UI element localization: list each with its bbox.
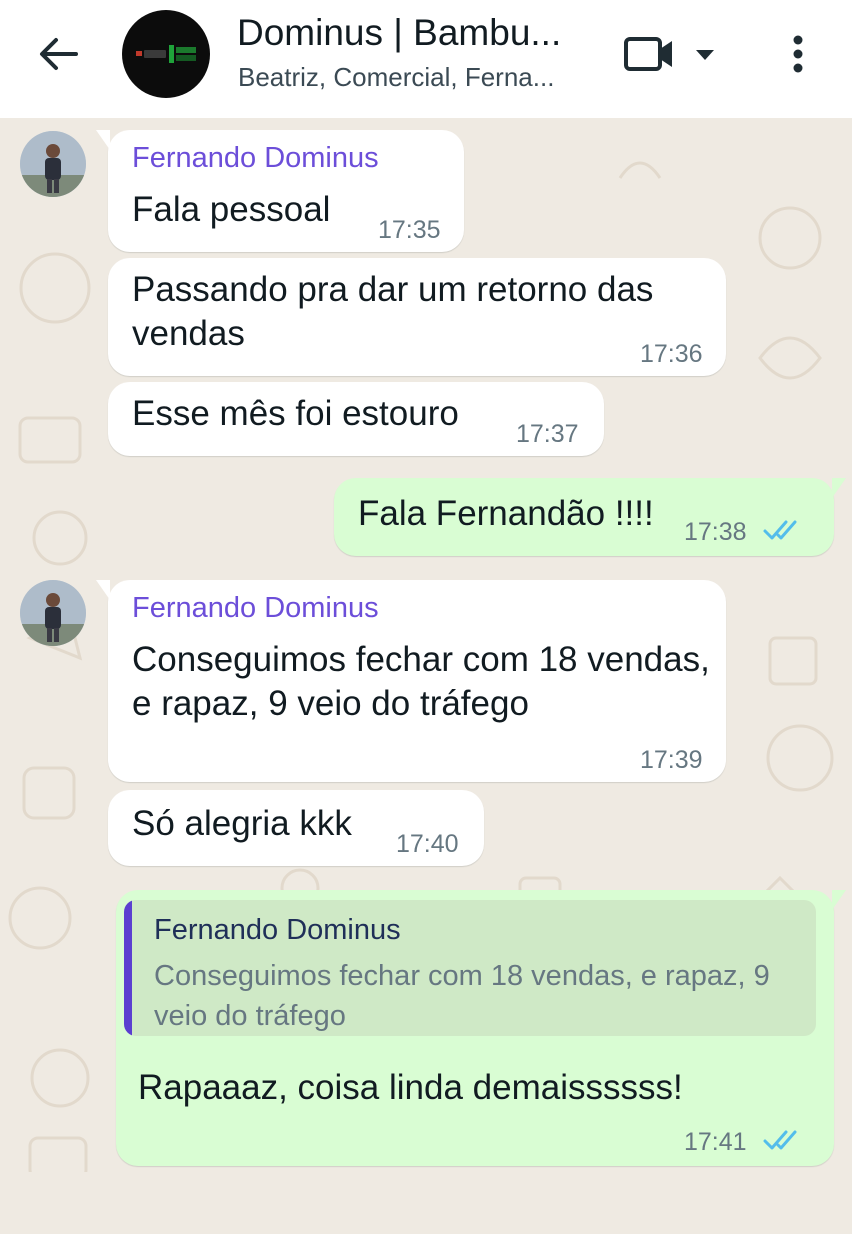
video-camera-icon [624, 37, 672, 71]
group-avatar[interactable] [122, 10, 210, 98]
message-time: 17:39 [640, 746, 703, 774]
back-button[interactable] [30, 28, 86, 80]
more-vertical-icon [793, 35, 803, 73]
message-text: Fala Fernandão !!!! [358, 494, 654, 533]
more-options-button[interactable] [776, 28, 820, 80]
person-photo [20, 131, 86, 197]
message-text: Passando pra dar um retorno das vendas [132, 270, 654, 353]
quoted-message[interactable]: Fernando Dominus Conseguimos fechar com … [124, 900, 816, 1036]
bottom-spacer [0, 1172, 852, 1234]
message-time: 17:36 [640, 340, 703, 368]
participants-list[interactable]: Beatriz, Comercial, Ferna... [238, 62, 554, 93]
message-bubble[interactable]: Esse mês foi estouro 17:37 [108, 382, 604, 456]
double-check-icon [763, 1130, 797, 1150]
sender-name[interactable]: Fernando Dominus [132, 592, 379, 625]
sender-avatar[interactable] [20, 580, 86, 646]
message-time: 17:37 [516, 420, 579, 448]
sender-avatar[interactable] [20, 131, 86, 197]
chat-header: Dominus | Bambu... Beatriz, Comercial, F… [0, 0, 852, 118]
message-bubble[interactable]: Fernando Dominus Fala pessoal 17:35 [96, 130, 464, 252]
chat-messages[interactable]: Fernando Dominus Fala pessoal 17:35 Pass… [0, 118, 852, 1234]
message-time: 17:41 [684, 1128, 747, 1156]
message-text: Fala pessoal [132, 190, 331, 229]
message-bubble-outgoing[interactable]: Fernando Dominus Conseguimos fechar com … [116, 890, 846, 1166]
message-bubble[interactable]: Só alegria kkk 17:40 [108, 790, 484, 866]
double-check-icon [763, 520, 797, 540]
message-bubble[interactable]: Passando pra dar um retorno das vendas 1… [108, 258, 726, 376]
message-text: Conseguimos fechar com 18 vendas, e rapa… [132, 640, 710, 723]
message-bubble-outgoing[interactable]: Fala Fernandão !!!! 17:38 [334, 478, 846, 556]
video-call-button[interactable] [622, 28, 722, 80]
quoted-sender: Fernando Dominus [154, 914, 401, 946]
chevron-down-icon [696, 50, 714, 60]
message-time: 17:35 [378, 216, 441, 244]
person-photo [20, 580, 86, 646]
message-text: Só alegria kkk [132, 804, 352, 843]
group-logo [136, 45, 196, 63]
arrow-left-icon [40, 38, 78, 70]
chat-title[interactable]: Dominus | Bambu... [237, 12, 561, 54]
sender-name[interactable]: Fernando Dominus [132, 142, 379, 175]
message-bubble[interactable]: Fernando Dominus Conseguimos fechar com … [96, 580, 726, 782]
message-text: Rapaaaz, coisa linda demaissssss! [138, 1068, 683, 1107]
message-text: Esse mês foi estouro [132, 394, 459, 433]
message-time: 17:40 [396, 830, 459, 858]
quoted-text: Conseguimos fechar com 18 vendas, e rapa… [154, 960, 770, 1032]
message-time: 17:38 [684, 518, 747, 546]
